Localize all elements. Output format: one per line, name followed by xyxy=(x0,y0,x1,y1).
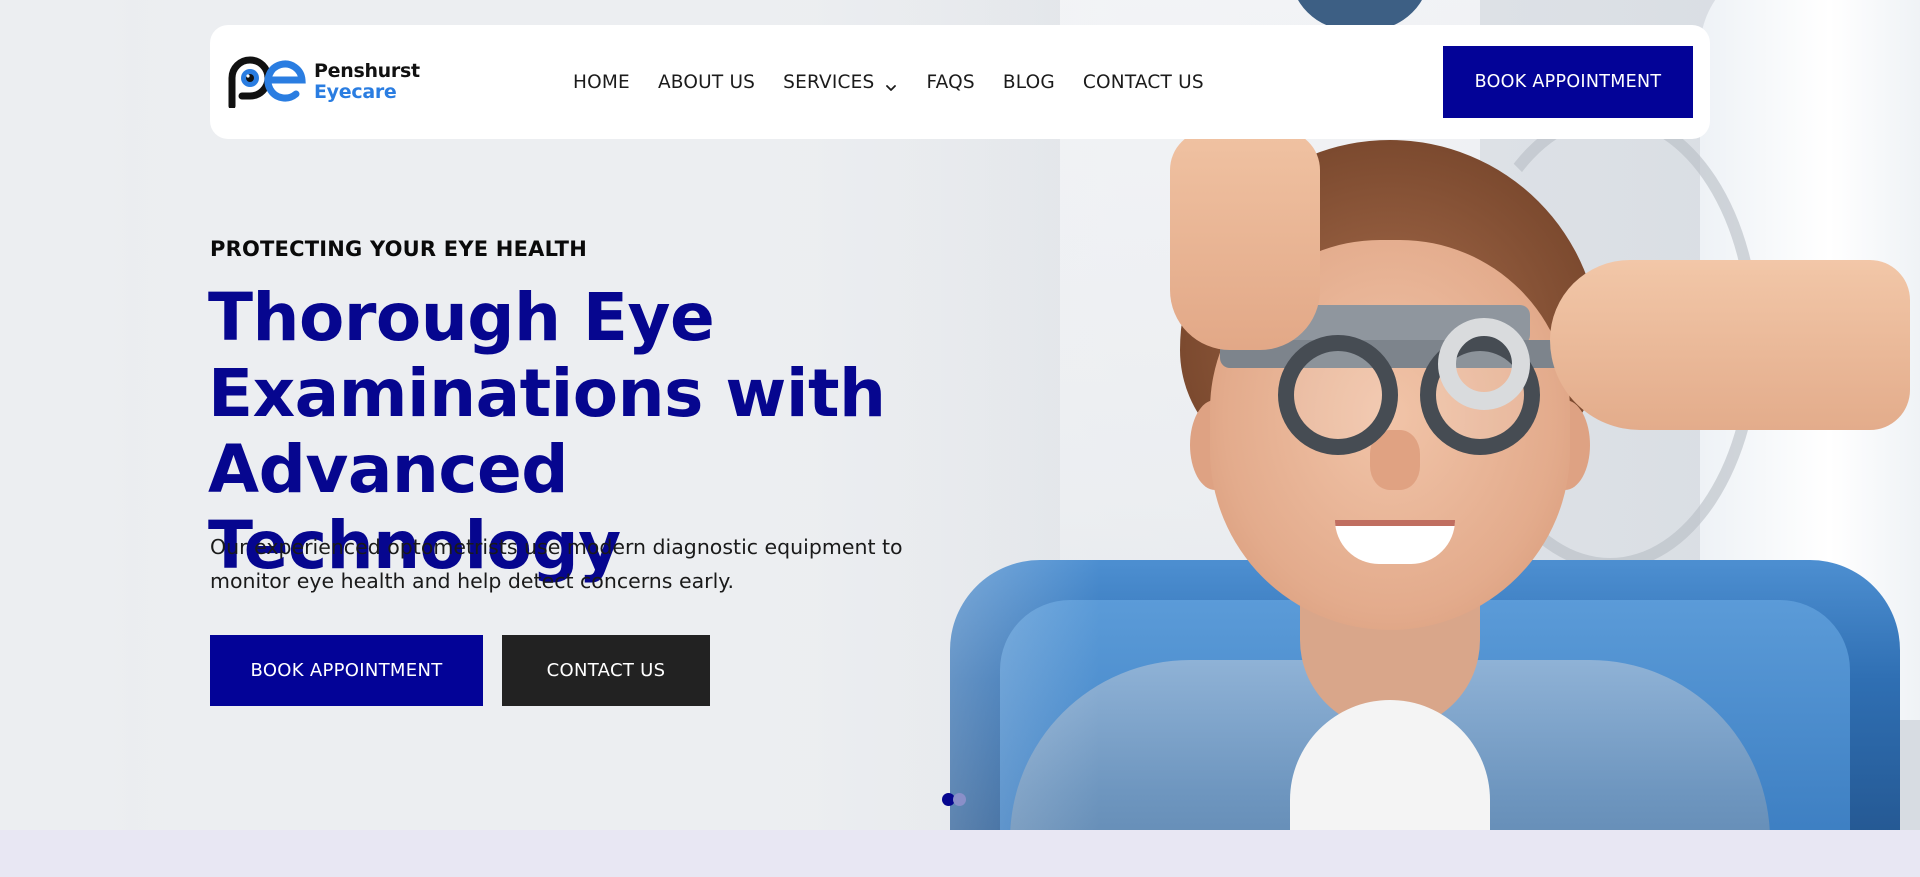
slider-dots xyxy=(942,793,966,806)
site-header: Penshurst Eyecare HOME ABOUT US SERVICES… xyxy=(210,25,1710,139)
nav-blog[interactable]: BLOG xyxy=(1003,72,1055,93)
nav-home[interactable]: HOME xyxy=(573,72,630,93)
headline-line-2: Examinations with xyxy=(208,355,886,432)
nav-services-label: SERVICES xyxy=(783,71,875,93)
optometrist-hand-right xyxy=(1550,260,1910,430)
nav-services[interactable]: SERVICES xyxy=(783,72,898,93)
logo-sub: Eyecare xyxy=(314,81,397,103)
logo[interactable]: Penshurst Eyecare xyxy=(228,56,420,110)
chevron-down-icon xyxy=(884,77,898,91)
eye-logo-icon xyxy=(228,56,308,110)
nav-contact-us[interactable]: CONTACT US xyxy=(1083,72,1204,93)
trial-lens-ring xyxy=(1438,318,1530,410)
contact-us-button[interactable]: CONTACT US xyxy=(502,635,710,706)
nav-about-us[interactable]: ABOUT US xyxy=(658,72,755,93)
trial-lens-left xyxy=(1278,335,1398,455)
main-nav: HOME ABOUT US SERVICES FAQS BLOG CONTACT… xyxy=(573,25,1232,139)
next-section-band xyxy=(0,830,1920,877)
hero-eyebrow: PROTECTING YOUR EYE HEALTH xyxy=(210,237,587,261)
hero-lead: Our experienced optometrists use modern … xyxy=(210,535,903,593)
nav-faqs[interactable]: FAQS xyxy=(926,72,974,93)
logo-name: Penshurst xyxy=(314,60,420,82)
logo-text: Penshurst Eyecare xyxy=(314,62,420,102)
book-appointment-button[interactable]: BOOK APPOINTMENT xyxy=(210,635,483,706)
header-book-appointment-button[interactable]: BOOK APPOINTMENT xyxy=(1443,46,1693,118)
optometrist-hand-top xyxy=(1170,130,1320,350)
slider-dot-2[interactable] xyxy=(953,793,966,806)
headline-line-1: Thorough Eye xyxy=(208,279,715,356)
